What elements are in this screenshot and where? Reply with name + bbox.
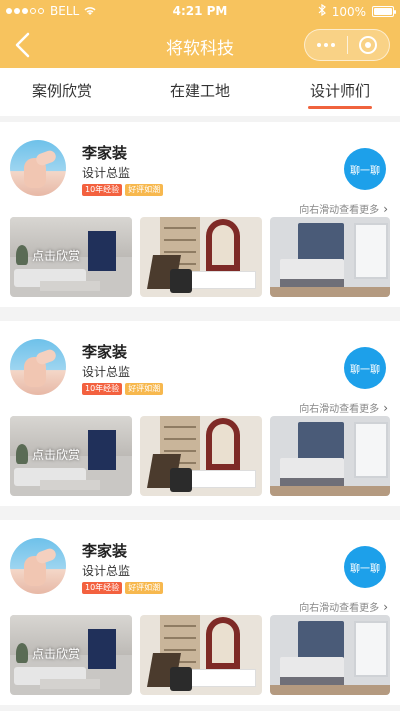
praise-badge: 好评如潮 <box>125 383 164 395</box>
designer-name: 李家装 <box>82 144 128 162</box>
experience-badge: 10年经验 <box>82 582 123 594</box>
case-photo-living-room[interactable]: 点击欣赏 <box>10 416 132 496</box>
case-photo-study[interactable] <box>140 217 262 297</box>
experience-badge: 10年经验 <box>82 184 123 196</box>
status-right: 100% <box>318 3 396 19</box>
status-bar: BELL 4:21 PM 100% <box>0 0 400 22</box>
designer-role: 设计总监 <box>82 166 131 180</box>
battery-icon <box>372 6 396 17</box>
battery-fill <box>374 8 392 15</box>
close-icon[interactable] <box>347 36 389 54</box>
top-bar: BELL 4:21 PM 100% 将软科技 <box>0 0 400 68</box>
case-photo-bedroom[interactable] <box>270 217 390 297</box>
case-photo-living-room[interactable]: 点击欣赏 <box>10 217 132 297</box>
tab-sites-label: 在建工地 <box>170 82 231 100</box>
designer-card[interactable]: 李家装 设计总监 10年经验 好评如潮 聊一聊 向右滑动查看更多 › 点击欣赏 <box>0 520 400 705</box>
designer-role: 设计总监 <box>82 365 131 379</box>
swipe-hint: 向右滑动查看更多 › <box>299 599 388 615</box>
view-overlay-label: 点击欣赏 <box>32 448 81 462</box>
praise-badge: 好评如潮 <box>125 582 164 594</box>
nav-bar: 将软科技 <box>0 22 400 68</box>
chat-button[interactable]: 聊一聊 <box>344 148 386 190</box>
tab-sites[interactable]: 在建工地 <box>170 80 230 101</box>
swipe-hint: 向右滑动查看更多 › <box>299 400 388 416</box>
tab-designers-label: 设计师们 <box>310 82 371 100</box>
more-icon[interactable] <box>305 43 347 47</box>
case-photo-study[interactable] <box>140 615 262 695</box>
case-photo-bedroom[interactable] <box>270 615 390 695</box>
designer-card[interactable]: 李家装 设计总监 10年经验 好评如潮 聊一聊 向右滑动查看更多 › 点击欣赏 <box>0 122 400 307</box>
swipe-hint: 向右滑动查看更多 › <box>299 201 388 217</box>
tab-cases-label: 案例欣赏 <box>32 82 93 100</box>
swipe-hint-text: 向右滑动查看更多 <box>299 404 380 415</box>
view-overlay-label: 点击欣赏 <box>32 249 81 263</box>
case-photo-living-room[interactable]: 点击欣赏 <box>10 615 132 695</box>
active-tab-underline <box>308 106 373 109</box>
tab-designers[interactable]: 设计师们 <box>308 80 373 109</box>
bluetooth-icon <box>318 3 326 19</box>
swipe-hint-text: 向右滑动查看更多 <box>299 603 380 614</box>
designer-badges: 10年经验 好评如潮 <box>82 184 164 196</box>
designer-badges: 10年经验 好评如潮 <box>82 383 164 395</box>
battery-percent: 100% <box>331 4 366 19</box>
avatar[interactable] <box>10 538 66 594</box>
swipe-hint-text: 向右滑动查看更多 <box>299 205 380 216</box>
photo-strip[interactable]: 点击欣赏 <box>10 217 390 297</box>
designer-badges: 10年经验 好评如潮 <box>82 582 164 594</box>
view-overlay-label: 点击欣赏 <box>32 647 81 661</box>
designer-role: 设计总监 <box>82 564 131 578</box>
tab-bar: 案例欣赏 在建工地 设计师们 <box>0 68 400 116</box>
designer-card[interactable]: 李家装 设计总监 10年经验 好评如潮 聊一聊 向右滑动查看更多 › 点击欣赏 <box>0 321 400 506</box>
mini-program-capsule <box>304 29 390 61</box>
avatar[interactable] <box>10 339 66 395</box>
chevron-right-icon: › <box>383 201 388 216</box>
experience-badge: 10年经验 <box>82 383 123 395</box>
designer-name: 李家装 <box>82 542 128 560</box>
chat-button[interactable]: 聊一聊 <box>344 546 386 588</box>
avatar[interactable] <box>10 140 66 196</box>
chevron-right-icon: › <box>383 599 388 614</box>
chat-button[interactable]: 聊一聊 <box>344 347 386 389</box>
case-photo-study[interactable] <box>140 416 262 496</box>
designer-name: 李家装 <box>82 343 128 361</box>
photo-strip[interactable]: 点击欣赏 <box>10 416 390 496</box>
chevron-right-icon: › <box>383 400 388 415</box>
tab-cases[interactable]: 案例欣赏 <box>32 80 92 101</box>
photo-strip[interactable]: 点击欣赏 <box>10 615 390 695</box>
case-photo-bedroom[interactable] <box>270 416 390 496</box>
praise-badge: 好评如潮 <box>125 184 164 196</box>
